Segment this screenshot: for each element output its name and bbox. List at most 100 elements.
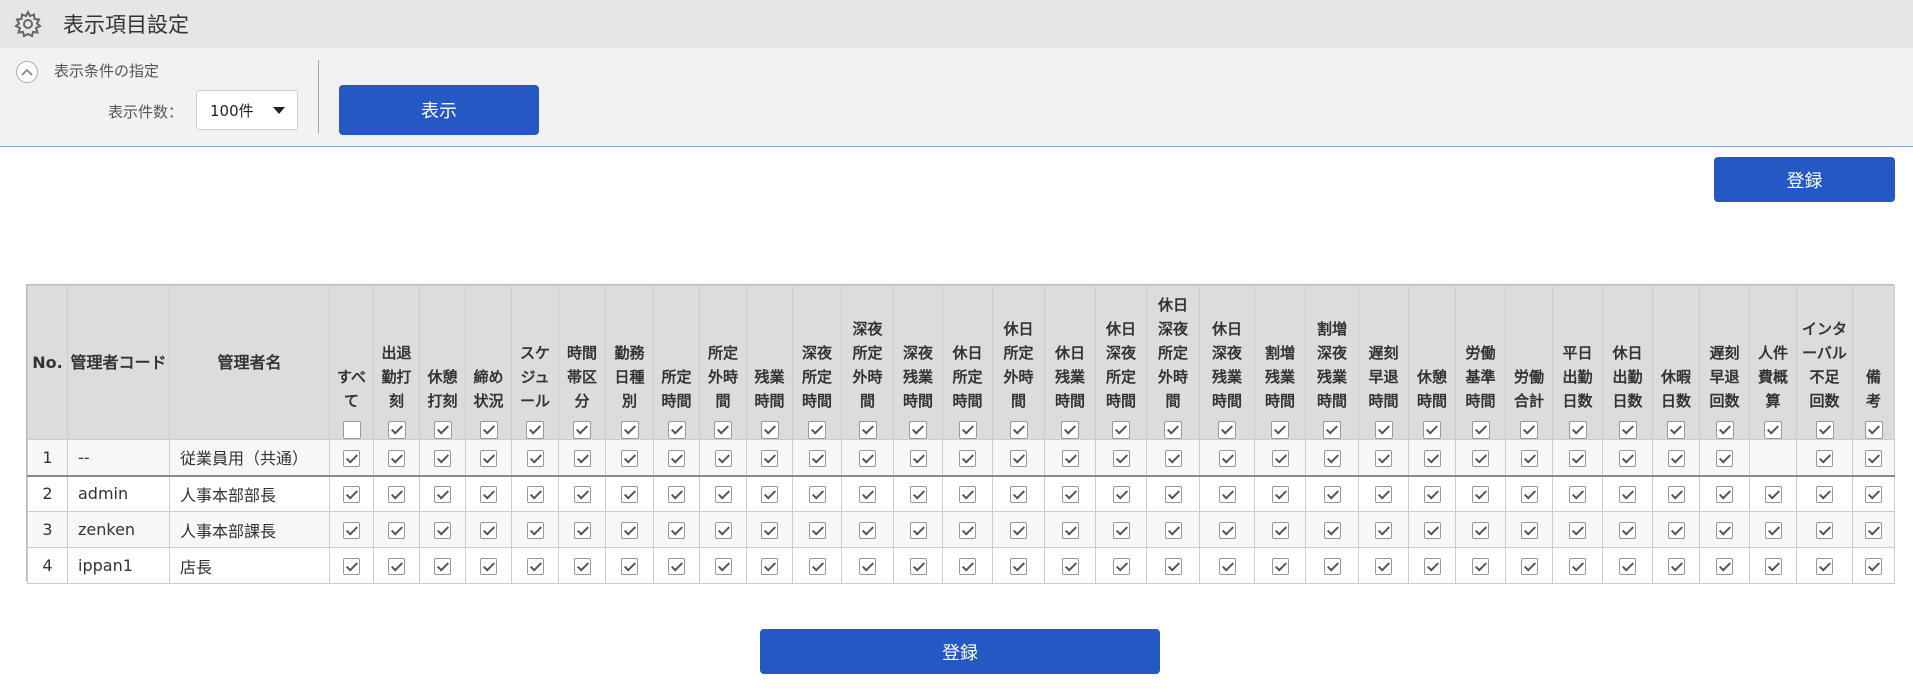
item-checkbox[interactable] (714, 558, 732, 575)
column-header-checkbox[interactable] (909, 420, 927, 439)
item-checkbox[interactable] (1375, 522, 1392, 539)
item-checkbox[interactable] (959, 558, 976, 575)
column-header-checkbox[interactable] (1061, 420, 1079, 439)
column-header-checkbox[interactable] (620, 420, 639, 439)
item-checkbox[interactable] (1010, 449, 1027, 467)
column-header-checkbox[interactable] (1423, 420, 1441, 439)
item-checkbox[interactable] (959, 486, 976, 504)
item-checkbox[interactable] (526, 486, 544, 504)
column-header-checkbox[interactable] (1667, 420, 1685, 439)
item-checkbox[interactable] (1667, 558, 1685, 575)
item-checkbox[interactable] (1569, 522, 1586, 539)
item-checkbox[interactable] (1816, 522, 1833, 539)
item-checkbox[interactable] (1520, 558, 1538, 575)
column-header-checkbox[interactable] (526, 420, 544, 439)
item-checkbox[interactable] (1323, 522, 1341, 539)
column-header-checkbox[interactable] (808, 420, 826, 439)
column-header-checkbox[interactable] (760, 420, 779, 439)
column-header-checkbox[interactable] (387, 420, 406, 439)
item-checkbox[interactable] (1865, 558, 1882, 575)
item-checkbox[interactable] (1423, 486, 1441, 504)
item-checkbox[interactable] (480, 449, 497, 467)
item-checkbox[interactable] (434, 522, 451, 539)
item-checkbox[interactable] (1764, 486, 1782, 504)
item-checkbox[interactable] (1764, 522, 1782, 539)
item-checkbox[interactable] (1010, 522, 1027, 539)
collapse-toggle[interactable] (16, 61, 38, 83)
column-header-checkbox[interactable] (1815, 420, 1834, 439)
item-checkbox[interactable] (388, 449, 405, 467)
item-checkbox[interactable] (1520, 449, 1538, 467)
column-header-checkbox[interactable] (573, 420, 591, 439)
item-checkbox[interactable] (1323, 486, 1341, 504)
item-checkbox[interactable] (343, 486, 360, 504)
item-checkbox[interactable] (1472, 558, 1489, 575)
item-checkbox[interactable] (1716, 522, 1733, 539)
column-header-checkbox[interactable] (667, 420, 686, 439)
register-button-top[interactable]: 登録 (1714, 157, 1895, 202)
item-checkbox[interactable] (1816, 449, 1833, 467)
item-checkbox[interactable] (388, 558, 405, 575)
item-checkbox[interactable] (1271, 486, 1289, 504)
column-header-checkbox[interactable] (1374, 420, 1393, 439)
item-checkbox[interactable] (1323, 449, 1341, 467)
item-checkbox[interactable] (1323, 558, 1341, 575)
item-checkbox[interactable] (1112, 449, 1130, 467)
show-button[interactable]: 表示 (339, 85, 539, 135)
item-checkbox[interactable] (808, 522, 826, 539)
gear-icon[interactable] (14, 10, 42, 38)
item-checkbox[interactable] (909, 449, 927, 467)
item-checkbox[interactable] (1271, 558, 1289, 575)
item-checkbox[interactable] (761, 486, 778, 504)
column-header-checkbox[interactable] (433, 420, 452, 439)
item-checkbox[interactable] (1520, 486, 1538, 504)
item-checkbox[interactable] (714, 522, 732, 539)
item-checkbox[interactable] (1010, 486, 1027, 504)
item-checkbox[interactable] (1218, 522, 1236, 539)
column-header-checkbox[interactable] (479, 420, 498, 439)
item-checkbox[interactable] (1061, 486, 1079, 504)
select-all-checkbox[interactable] (342, 420, 361, 439)
column-header-checkbox[interactable] (1568, 420, 1587, 439)
column-header-checkbox[interactable] (958, 420, 977, 439)
item-checkbox[interactable] (573, 522, 591, 539)
column-header-checkbox[interactable] (1520, 420, 1538, 439)
item-checkbox[interactable] (714, 486, 732, 504)
item-checkbox[interactable] (1061, 449, 1079, 467)
item-checkbox[interactable] (1218, 449, 1236, 467)
item-checkbox[interactable] (343, 449, 360, 467)
item-checkbox[interactable] (1716, 486, 1733, 504)
column-header-checkbox[interactable] (1618, 420, 1637, 439)
item-checkbox[interactable] (1164, 558, 1182, 575)
item-checkbox[interactable] (909, 522, 927, 539)
item-checkbox[interactable] (714, 449, 732, 467)
item-checkbox[interactable] (761, 449, 778, 467)
item-checkbox[interactable] (388, 522, 405, 539)
item-checkbox[interactable] (1865, 486, 1882, 504)
item-checkbox[interactable] (1619, 558, 1636, 575)
item-checkbox[interactable] (1112, 558, 1130, 575)
item-checkbox[interactable] (909, 558, 927, 575)
item-checkbox[interactable] (573, 486, 591, 504)
item-checkbox[interactable] (343, 558, 360, 575)
item-checkbox[interactable] (909, 486, 927, 504)
item-checkbox[interactable] (1619, 449, 1636, 467)
item-checkbox[interactable] (1667, 449, 1685, 467)
column-header-checkbox[interactable] (1323, 420, 1341, 439)
item-checkbox[interactable] (526, 558, 544, 575)
column-header-checkbox[interactable] (714, 420, 732, 439)
item-checkbox[interactable] (1667, 522, 1685, 539)
item-checkbox[interactable] (668, 522, 685, 539)
item-checkbox[interactable] (1520, 522, 1538, 539)
item-checkbox[interactable] (1218, 486, 1236, 504)
item-checkbox[interactable] (1569, 449, 1586, 467)
register-button-bottom[interactable]: 登録 (760, 629, 1160, 674)
item-checkbox[interactable] (1865, 449, 1882, 467)
item-checkbox[interactable] (1569, 486, 1586, 504)
item-checkbox[interactable] (1619, 486, 1636, 504)
item-checkbox[interactable] (859, 558, 876, 575)
item-checkbox[interactable] (1423, 522, 1441, 539)
item-checkbox[interactable] (761, 558, 778, 575)
column-header-checkbox[interactable] (1164, 420, 1182, 439)
item-checkbox[interactable] (480, 486, 497, 504)
